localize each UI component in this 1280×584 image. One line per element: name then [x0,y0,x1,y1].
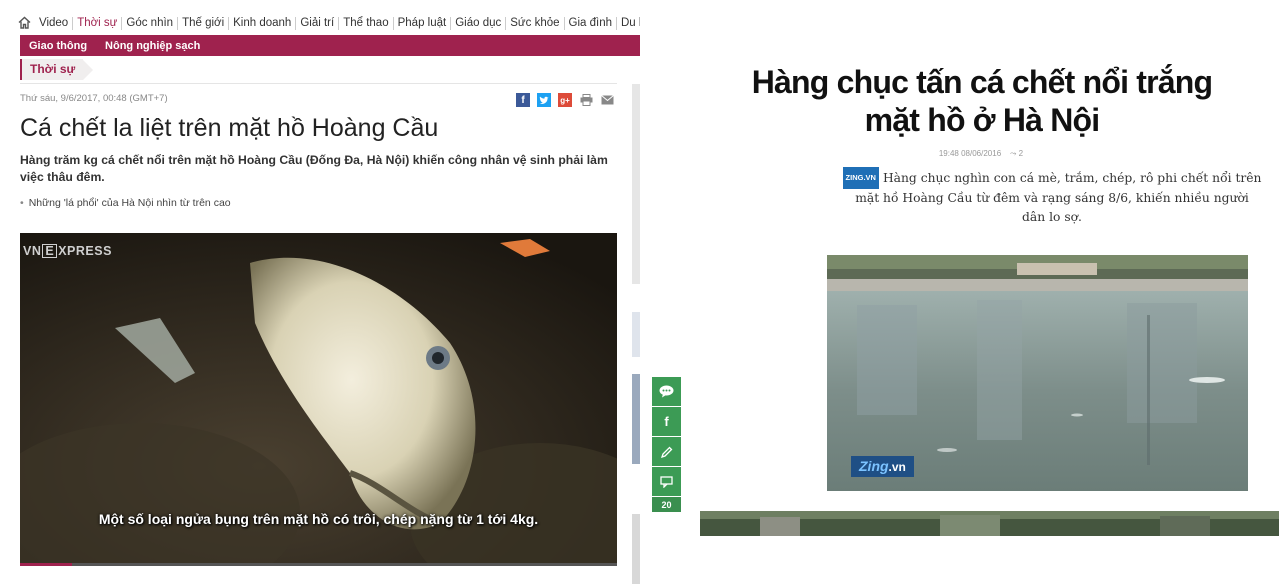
section-arrow [83,59,94,80]
article-meta: 19:48 08/06/2016 ⤳ 2 [682,149,1280,159]
top-navigation: Video Thời sự Góc nhìn Thế giới Kinh doa… [18,12,640,34]
nav-item-the-gioi[interactable]: Thế giới [178,16,230,30]
article-title: Hàng chục tấn cá chết nổi trắng mặt hồ ở… [751,64,1213,138]
article-lead: ZING.VN Hàng chục nghìn con cá mè, trắm, … [842,167,1262,228]
facebook-share-icon[interactable]: f [652,407,681,437]
divider [20,83,617,84]
sidebar-block [632,374,640,464]
facebook-icon[interactable]: f [516,93,530,107]
twitter-icon[interactable] [537,93,551,107]
next-photo-image [700,511,1279,536]
pencil-icon[interactable] [652,437,681,467]
publish-time: 19:48 08/06/2016 [938,149,1002,158]
article-title: Cá chết la liệt trên mặt hồ Hoàng Cầu [20,114,439,142]
floating-share-bar: f 20 [652,377,681,513]
bullet-icon: • [20,197,24,209]
video-player[interactable]: VN E XPRESS Một số loại ngửa bụng trên mặt… [20,233,617,566]
section-breadcrumb[interactable]: Thời sự [20,59,94,80]
nav-item-the-thao[interactable]: Thể thao [339,16,394,30]
subnav-item-nong-nghiep-sach[interactable]: Nông nghiệp sạch [96,40,209,52]
source-tag: ZING.VN [842,167,879,189]
nav-item-gia-dinh[interactable]: Gia đình [565,16,617,30]
logo-part-e: E [42,244,58,258]
sidebar-block [632,514,640,584]
related-link[interactable]: • Những 'lá phổi' của Hà Nội nhìn từ trên… [20,197,231,209]
email-icon[interactable] [600,93,614,107]
publish-date: Thứ sáu, 9/6/2017, 00:48 (GMT+7) [20,93,168,104]
article-lead-text: Hàng chục nghìn con cá mè, trắm, chép, r… [855,171,1262,224]
video-progress-bar[interactable] [20,563,617,566]
nav-item-video[interactable]: Video [35,16,74,30]
print-icon[interactable] [579,93,593,107]
logo-part-xpress: XPRESS [58,244,112,258]
nav-item-thoi-su[interactable]: Thời sự [73,16,123,30]
subnav-item-giao-thong[interactable]: Giao thông [20,40,96,52]
logo-part-vn: VN [23,244,42,258]
nav-item-goc-nhin[interactable]: Góc nhìn [122,16,179,30]
share-count: 2 [1018,149,1024,158]
nav-item-suc-khoe[interactable]: Sức khỏe [506,16,565,30]
sub-navigation: Giao thông Nông nghiệp sạch [20,35,640,56]
article-lead: Hàng trăm kg cá chết nổi trên mặt hồ Hoà… [20,153,608,184]
nav-item-phap-luat[interactable]: Pháp luật [394,16,452,30]
google-plus-icon[interactable]: g+ [558,93,572,107]
watermark-brand: Zing [859,458,889,474]
comment-icon[interactable] [652,377,681,407]
related-link-text: Những 'lá phổi' của Hà Nội nhìn từ trên … [28,197,231,209]
share-toolbar: f g+ [516,93,614,107]
feedback-icon[interactable] [652,467,681,497]
zing-panel: Hàng chục tấn cá chết nổi trắng mặt hồ ở… [682,0,1280,584]
next-photo-strip [700,511,1279,536]
nav-item-giai-tri[interactable]: Giải trí [296,16,340,30]
nav-item-kinh-doanh[interactable]: Kinh doanh [229,16,297,30]
sidebar-block [632,312,640,357]
share-icon: ⤳ [1010,149,1017,158]
vnexpress-logo: VN E XPRESS [23,244,112,258]
watermark-suffix: .vn [888,460,906,474]
comment-count-badge: 20 [652,497,681,513]
sidebar-block [632,84,640,284]
nav-item-giao-duc[interactable]: Giáo dục [451,16,507,30]
vnexpress-panel: Video Thời sự Góc nhìn Thế giới Kinh doa… [0,0,640,584]
home-icon[interactable] [18,16,31,30]
video-caption: Một số loại ngửa bụng trên mặt hồ có trô… [98,511,539,527]
cropped-sidebar [632,84,640,584]
video-progress-fill [20,563,72,566]
nav-item-du-lich[interactable]: Du lịch [617,17,640,30]
lake-photo[interactable]: Zing.vn [827,255,1248,491]
section-label: Thời sự [22,59,84,80]
zing-watermark: Zing.vn [851,456,914,477]
